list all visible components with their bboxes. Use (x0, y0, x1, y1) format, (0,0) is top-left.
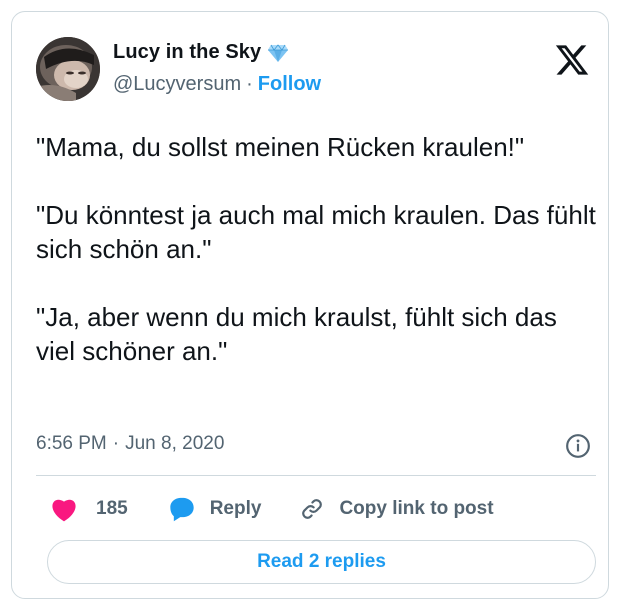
author-handle-row: @Lucyversum · Follow (113, 73, 321, 96)
author-name-row: Lucy in the Sky (113, 41, 289, 64)
reply-label: Reply (209, 498, 262, 519)
author-name[interactable]: Lucy in the Sky (113, 41, 261, 64)
reply-bubble-icon (170, 497, 194, 522)
avatar-image (36, 37, 100, 101)
tweet-text: "Mama, du sollst meinen Rücken kraulen!"… (36, 130, 596, 368)
timestamp-separator: · (112, 433, 120, 454)
avatar[interactable] (36, 37, 100, 101)
tweet-time: 6:56 PM (36, 433, 107, 454)
like-button[interactable]: 185 (50, 496, 128, 522)
action-bar: 185 Reply Copy link to post (50, 493, 494, 525)
x-logo-icon[interactable] (554, 42, 590, 78)
follow-link[interactable]: Follow (258, 73, 321, 96)
heart-icon (52, 499, 76, 522)
tweet-date: Jun 8, 2020 (125, 433, 225, 454)
copy-link-button[interactable]: Copy link to post (299, 496, 494, 522)
tweet-timestamp[interactable]: 6:56 PM · Jun 8, 2020 (36, 433, 224, 455)
tweet-paragraph: "Du könntest ja auch mal mich kraulen. D… (36, 200, 596, 264)
like-count: 185 (96, 498, 128, 519)
diamond-icon (268, 43, 289, 62)
author-handle[interactable]: @Lucyversum (113, 73, 241, 96)
link-icon (302, 499, 323, 519)
copy-link-label: Copy link to post (339, 498, 494, 519)
tweet-paragraph: "Ja, aber wenn du mich kraulst, fühlt si… (36, 302, 557, 366)
handle-separator: · (246, 73, 253, 95)
reply-button[interactable]: Reply (168, 496, 262, 522)
tweet-card: Lucy in the Sky @Lucyversum · Follow "Ma… (11, 11, 609, 599)
read-replies-button[interactable]: Read 2 replies (47, 540, 596, 584)
info-icon[interactable] (565, 433, 591, 459)
tweet-paragraph: "Mama, du sollst meinen Rücken kraulen!" (36, 132, 525, 162)
divider (36, 475, 596, 476)
